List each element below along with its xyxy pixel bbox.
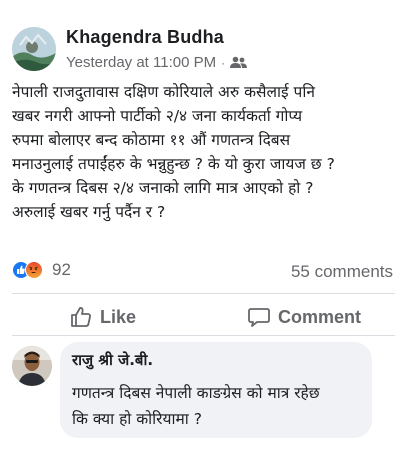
divider [12,335,395,336]
post-body: नेपाली राजदुतावास दक्षिण कोरियाले अरु कस… [12,80,404,224]
comment-line: गणतन्त्र दिबस नेपाली काङग्रेस को मात्र र… [72,384,320,402]
post-line: नेपाली राजदुतावास दक्षिण कोरियाले अरु कस… [12,83,315,101]
post-meta: Yesterday at 11:00 PM · [66,54,248,71]
reactions-summary[interactable]: 92 [12,260,71,280]
commenter-avatar[interactable] [12,346,52,386]
comments-count-link[interactable]: 55 comments [291,262,393,282]
author-name[interactable]: Khagendra Budha [66,27,224,48]
comment-label: Comment [278,306,362,327]
comment-line: कि क्या हो कोरियामा ? [72,410,202,428]
meta-separator: · [221,55,226,70]
comment-button[interactable]: Comment [248,306,361,328]
post-line: अरुलाई खबर गर्नु पर्दैन र ? [12,203,166,221]
post-line: मनाउनुलाई तपाईंहरु के भन्नुहुन्छ ? के यो… [12,155,335,173]
post-line: के गणतन्त्र दिबस २/४ जनाको लागि मात्र आए… [12,179,314,197]
thumbs-up-icon [71,307,91,327]
like-button[interactable]: Like [70,306,136,328]
comment-bubble[interactable]: राजु श्री जे.बी. गणतन्त्र दिबस नेपाली का… [60,342,372,438]
reaction-count: 92 [52,260,71,279]
post-line: खबर नगरी आफ्नो पार्टीको २/४ जना कार्यकर्… [12,107,303,125]
post-line: रुपमा बोलाएर बन्द कोठामा ११ औं गणतन्त्र … [12,131,291,149]
cropped-top-strip [0,0,407,14]
post-timestamp[interactable]: Yesterday at 11:00 PM [66,54,216,71]
comment-icon [248,308,270,327]
comment-text: गणतन्त्र दिबस नेपाली काङग्रेस को मात्र र… [72,380,320,432]
angry-icon [25,261,43,279]
avatar-image [12,27,56,71]
commenter-avatar-image [12,346,52,386]
like-label: Like [100,306,137,327]
commenter-name[interactable]: राजु श्री जे.बी. [72,350,153,370]
author-avatar[interactable] [12,27,56,71]
divider [12,293,395,294]
reaction-icons [12,260,46,280]
friends-icon[interactable] [230,56,248,69]
